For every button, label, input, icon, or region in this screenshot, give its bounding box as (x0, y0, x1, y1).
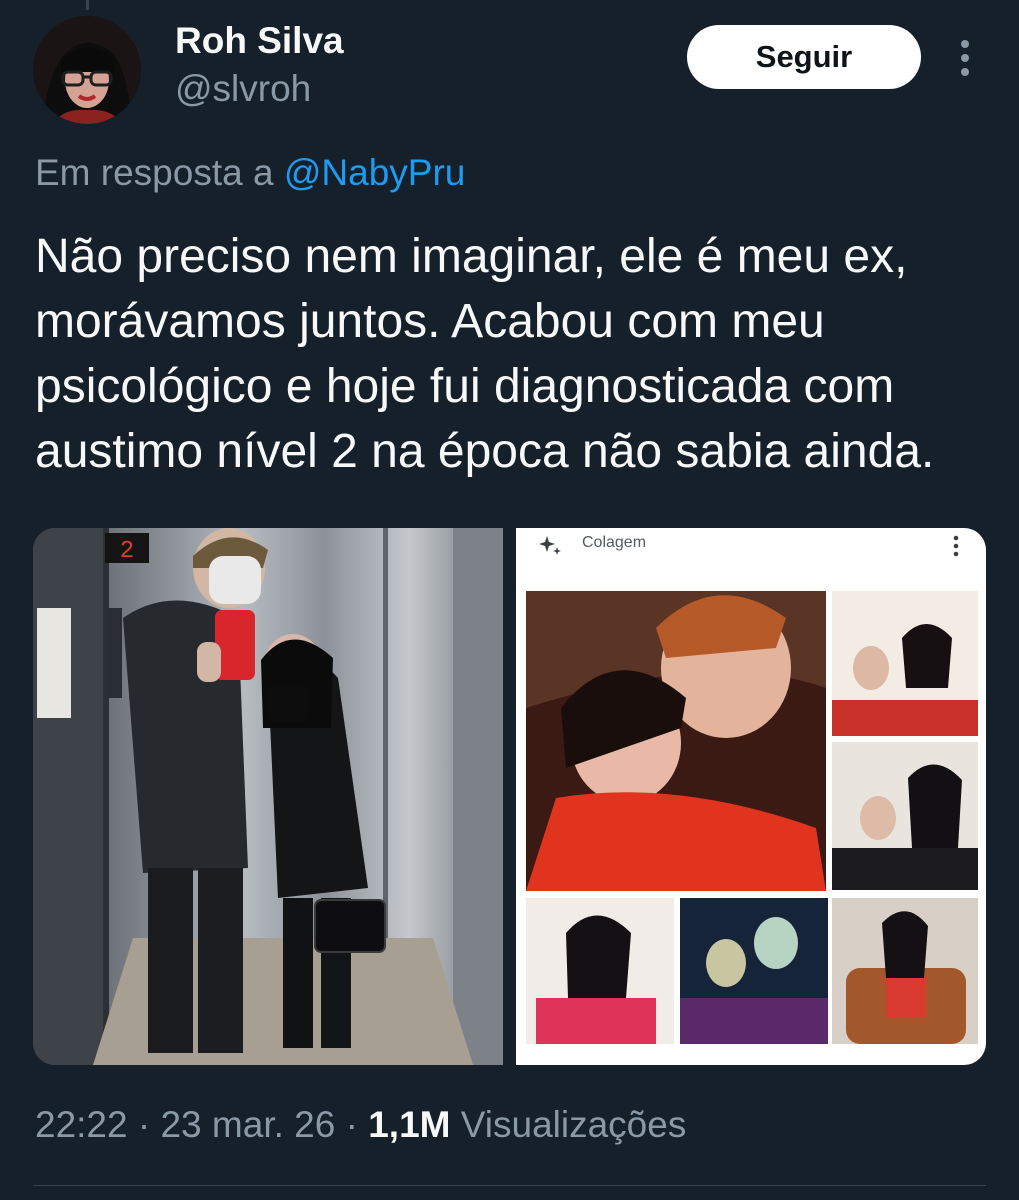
tweet-date[interactable]: 23 mar. 26 (160, 1104, 335, 1145)
reply-context: Em resposta a @NabyPru (35, 152, 465, 194)
author-handle[interactable]: @slvroh (175, 68, 311, 110)
collage-photos (526, 591, 978, 1044)
media-photo-elevator[interactable]: 2 (33, 528, 503, 1065)
media-grid: 2 Colagem (33, 528, 986, 1065)
reply-context-prefix: Em resposta a (35, 152, 274, 193)
reply-mention-link[interactable]: @NabyPru (284, 152, 466, 193)
tweet-text: Não preciso nem imaginar, ele é meu ex, … (35, 224, 995, 484)
tweet-text-line: psicológico e hoje fui diagnosticada com (35, 360, 895, 413)
avatar[interactable] (33, 16, 141, 124)
views-count: 1,1M (368, 1104, 451, 1145)
meta-separator: · (345, 1104, 358, 1145)
tweet-text-line: morávamos juntos. Acabou com meu (35, 295, 825, 348)
meta-separator: · (137, 1104, 151, 1145)
avatar-image (33, 16, 141, 124)
tweet-text-line: austimo nível 2 na época não sabia ainda… (35, 425, 935, 478)
divider (33, 1185, 986, 1186)
elevator-floor-display: 2 (120, 538, 134, 565)
follow-button[interactable]: Seguir (687, 25, 921, 89)
views-label: Visualizações (460, 1104, 687, 1145)
more-vertical-icon[interactable] (948, 36, 982, 80)
tweet-text-line: Não preciso nem imaginar, ele é meu ex, (35, 230, 908, 283)
thread-connector-line (86, 0, 89, 10)
tweet-detail: Roh Silva @slvroh Seguir Em resposta a @… (0, 0, 1019, 1200)
tweet-time[interactable]: 22:22 (35, 1104, 128, 1145)
author-display-name[interactable]: Roh Silva (175, 20, 344, 62)
media-photo-collage[interactable]: Colagem (516, 528, 986, 1065)
tweet-timestamp: 22:22 · 23 mar. 26 · 1,1M Visualizações (35, 1104, 686, 1146)
